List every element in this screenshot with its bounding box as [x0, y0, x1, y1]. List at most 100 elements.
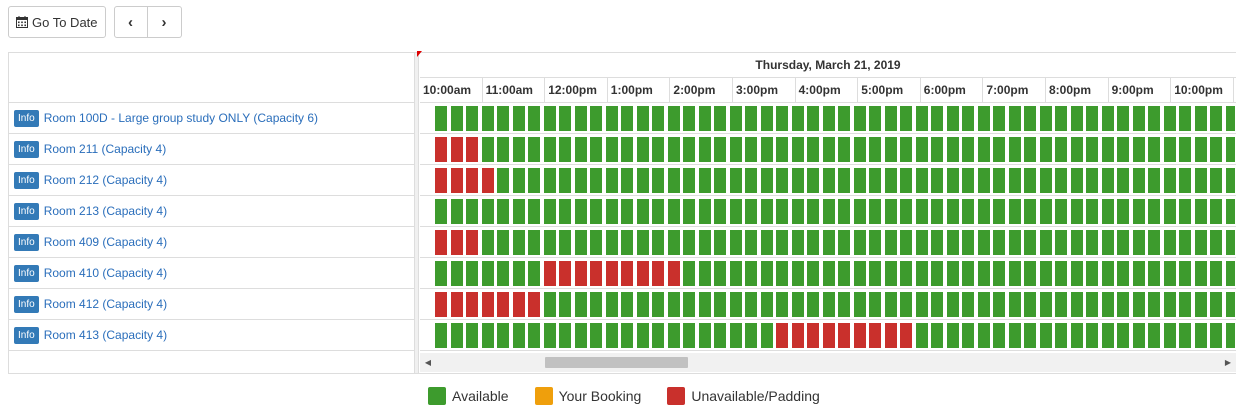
- available-slot[interactable]: [930, 198, 944, 225]
- available-slot[interactable]: [651, 136, 665, 163]
- available-slot[interactable]: [682, 105, 696, 132]
- available-slot[interactable]: [976, 291, 991, 318]
- available-slot[interactable]: [604, 167, 619, 194]
- available-slot[interactable]: [883, 198, 898, 225]
- available-slot[interactable]: [775, 260, 789, 287]
- available-slot[interactable]: [1023, 291, 1037, 318]
- available-slot[interactable]: [914, 229, 929, 256]
- available-slot[interactable]: [976, 198, 991, 225]
- available-slot[interactable]: [651, 229, 665, 256]
- available-slot[interactable]: [976, 260, 991, 287]
- available-slot[interactable]: [837, 260, 851, 287]
- available-slot[interactable]: [697, 136, 712, 163]
- available-slot[interactable]: [1038, 291, 1053, 318]
- available-slot[interactable]: [1038, 105, 1053, 132]
- available-slot[interactable]: [1193, 322, 1208, 349]
- available-slot[interactable]: [558, 322, 572, 349]
- available-slot[interactable]: [883, 260, 898, 287]
- available-slot[interactable]: [1178, 322, 1192, 349]
- available-slot[interactable]: [837, 291, 851, 318]
- available-slot[interactable]: [449, 198, 464, 225]
- available-slot[interactable]: [589, 136, 603, 163]
- available-slot[interactable]: [728, 167, 743, 194]
- available-slot[interactable]: [852, 105, 867, 132]
- available-slot[interactable]: [775, 136, 789, 163]
- available-slot[interactable]: [635, 167, 650, 194]
- available-slot[interactable]: [635, 291, 650, 318]
- available-slot[interactable]: [496, 167, 510, 194]
- available-slot[interactable]: [728, 136, 743, 163]
- available-slot[interactable]: [961, 260, 975, 287]
- available-slot[interactable]: [651, 322, 665, 349]
- available-slot[interactable]: [1085, 291, 1099, 318]
- available-slot[interactable]: [682, 229, 696, 256]
- available-slot[interactable]: [744, 198, 758, 225]
- available-slot[interactable]: [480, 105, 495, 132]
- available-slot[interactable]: [697, 229, 712, 256]
- available-slot[interactable]: [697, 105, 712, 132]
- available-slot[interactable]: [759, 136, 774, 163]
- available-slot[interactable]: [1162, 229, 1177, 256]
- available-slot[interactable]: [821, 260, 836, 287]
- available-slot[interactable]: [821, 167, 836, 194]
- available-slot[interactable]: [790, 105, 805, 132]
- available-slot[interactable]: [837, 198, 851, 225]
- available-slot[interactable]: [1162, 198, 1177, 225]
- available-slot[interactable]: [480, 260, 495, 287]
- available-slot[interactable]: [1162, 105, 1177, 132]
- prev-day-button[interactable]: ‹: [113, 6, 148, 38]
- available-slot[interactable]: [682, 136, 696, 163]
- available-slot[interactable]: [542, 105, 557, 132]
- available-slot[interactable]: [806, 260, 820, 287]
- room-name-link[interactable]: Room 211 (Capacity 4): [44, 142, 167, 156]
- available-slot[interactable]: [1131, 198, 1146, 225]
- available-slot[interactable]: [1178, 136, 1192, 163]
- available-slot[interactable]: [759, 229, 774, 256]
- available-slot[interactable]: [558, 105, 572, 132]
- available-slot[interactable]: [1085, 198, 1099, 225]
- available-slot[interactable]: [868, 167, 882, 194]
- available-slot[interactable]: [682, 260, 696, 287]
- available-slot[interactable]: [1038, 260, 1053, 287]
- available-slot[interactable]: [1147, 229, 1161, 256]
- available-slot[interactable]: [837, 167, 851, 194]
- available-slot[interactable]: [527, 198, 541, 225]
- available-slot[interactable]: [496, 229, 510, 256]
- available-slot[interactable]: [852, 167, 867, 194]
- room-info-button[interactable]: Info: [14, 295, 39, 313]
- available-slot[interactable]: [1023, 136, 1037, 163]
- available-slot[interactable]: [573, 229, 588, 256]
- available-slot[interactable]: [1209, 260, 1223, 287]
- available-slot[interactable]: [527, 260, 541, 287]
- available-slot[interactable]: [1038, 322, 1053, 349]
- available-slot[interactable]: [1054, 291, 1068, 318]
- available-slot[interactable]: [1054, 198, 1068, 225]
- available-slot[interactable]: [651, 198, 665, 225]
- available-slot[interactable]: [511, 167, 526, 194]
- available-slot[interactable]: [1147, 198, 1161, 225]
- available-slot[interactable]: [1069, 105, 1084, 132]
- available-slot[interactable]: [682, 291, 696, 318]
- room-name-link[interactable]: Room 100D - Large group study ONLY (Capa…: [44, 111, 318, 125]
- room-info-button[interactable]: Info: [14, 171, 39, 189]
- available-slot[interactable]: [1131, 322, 1146, 349]
- available-slot[interactable]: [682, 167, 696, 194]
- available-slot[interactable]: [635, 322, 650, 349]
- available-slot[interactable]: [821, 136, 836, 163]
- available-slot[interactable]: [542, 167, 557, 194]
- available-slot[interactable]: [713, 260, 727, 287]
- room-name-link[interactable]: Room 412 (Capacity 4): [44, 297, 167, 311]
- available-slot[interactable]: [1209, 229, 1223, 256]
- available-slot[interactable]: [992, 136, 1006, 163]
- available-slot[interactable]: [542, 322, 557, 349]
- available-slot[interactable]: [1224, 198, 1236, 225]
- available-slot[interactable]: [511, 260, 526, 287]
- available-slot[interactable]: [1193, 198, 1208, 225]
- scroll-right-arrow-icon[interactable]: ▶: [1220, 353, 1236, 372]
- available-slot[interactable]: [728, 105, 743, 132]
- available-slot[interactable]: [713, 198, 727, 225]
- available-slot[interactable]: [480, 198, 495, 225]
- available-slot[interactable]: [558, 291, 572, 318]
- available-slot[interactable]: [775, 105, 789, 132]
- available-slot[interactable]: [434, 105, 448, 132]
